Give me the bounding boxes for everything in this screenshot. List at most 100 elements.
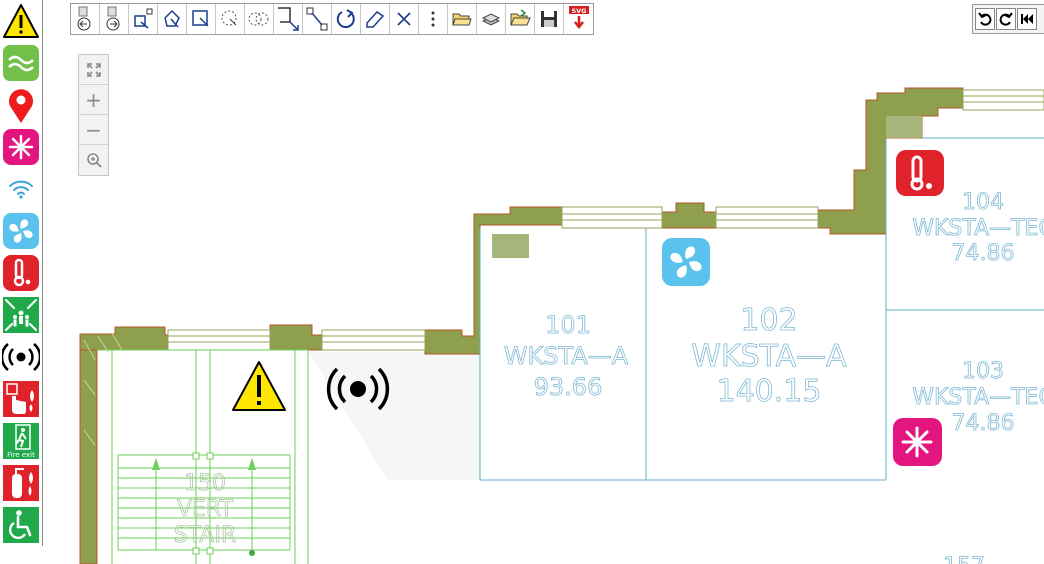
top-toolbar: SVG — [70, 3, 594, 35]
select-circle-icon — [221, 10, 237, 26]
room-101-number: 101 — [545, 311, 591, 339]
stair-up-arrow — [248, 458, 256, 470]
align-corner-icon — [278, 7, 299, 31]
zoom-search-icon — [86, 153, 102, 168]
room-103-area: 74.86 — [952, 411, 1015, 436]
room-103-name: WKSTA—TEC — [912, 385, 1044, 410]
export-svg-button[interactable]: SVG — [564, 4, 593, 34]
palette-fan[interactable] — [0, 210, 42, 252]
location-pin-icon — [9, 89, 33, 123]
palette-location[interactable] — [0, 84, 42, 126]
stair-up-arrow — [152, 458, 160, 470]
snowflake-icon — [3, 129, 39, 165]
select-node-button[interactable] — [129, 4, 158, 34]
room-102-area: 140.15 — [717, 374, 822, 409]
resize-button[interactable] — [303, 4, 332, 34]
stair-node — [249, 550, 255, 556]
palette-fire-exit[interactable]: Fire exit — [0, 420, 42, 462]
palette-fire-alarm[interactable] — [0, 378, 42, 420]
palette-assembly-point[interactable] — [0, 294, 42, 336]
palette-thermometer[interactable] — [0, 252, 42, 294]
select-multi-button[interactable] — [245, 4, 274, 34]
assembly-point-icon — [3, 297, 39, 333]
skip-back-icon — [1021, 14, 1033, 24]
select-multi-icon — [248, 12, 269, 26]
zoom-reset-button[interactable] — [79, 145, 108, 175]
more-vertical-icon — [431, 11, 435, 27]
more-button[interactable] — [419, 4, 448, 34]
broadcast-icon — [2, 343, 40, 371]
first-step-button[interactable] — [1017, 8, 1037, 30]
history-toolbar — [972, 4, 1044, 34]
room-102-name: WKSTA—A — [691, 339, 847, 374]
room-104-name: WKSTA—TEC — [912, 216, 1044, 241]
room-104-number: 104 — [962, 190, 1004, 215]
folder-icon — [452, 13, 472, 26]
copy-back-icon — [77, 6, 91, 31]
zoom-out-button[interactable]: − — [79, 115, 108, 145]
plus-icon: + — [85, 87, 102, 112]
rotate-button[interactable] — [332, 4, 361, 34]
palette-wifi[interactable] — [0, 168, 42, 210]
palette-warning[interactable] — [0, 0, 42, 42]
fan-icon — [3, 213, 39, 249]
expand-icon — [86, 62, 101, 77]
resize-icon — [306, 7, 328, 31]
floor-plan-canvas[interactable]: 101 WKSTA—A 93.66 102 WKSTA—A 140.15 104… — [0, 0, 1044, 564]
wifi-icon — [9, 180, 33, 199]
redo-copy-button[interactable] — [100, 4, 129, 34]
room-102-number: 102 — [740, 303, 797, 338]
select-polygon-button[interactable] — [158, 4, 187, 34]
icon-palette: Fire exit — [0, 0, 43, 546]
palette-wheelchair[interactable] — [0, 504, 42, 546]
palette-fire-extinguisher[interactable] — [0, 462, 42, 504]
undo-copy-button[interactable] — [71, 4, 100, 34]
warning-icon — [3, 4, 39, 38]
placed-warning-marker[interactable] — [232, 361, 286, 411]
save-icon — [541, 11, 557, 27]
room-150-number: 150 — [184, 471, 226, 496]
room-101-name: WKSTA—A — [504, 342, 629, 370]
align-corner-button[interactable] — [274, 4, 303, 34]
column-block — [492, 234, 529, 258]
placed-snowflake-marker[interactable] — [893, 418, 942, 466]
room-103-number: 103 — [962, 359, 1004, 384]
redo-icon — [999, 12, 1013, 26]
select-rect-icon — [192, 10, 209, 27]
placed-fan-marker[interactable] — [662, 238, 710, 286]
undo-button[interactable] — [975, 8, 995, 30]
open-folder-button[interactable] — [448, 4, 477, 34]
erase-button[interactable] — [361, 4, 390, 34]
eraser-icon — [366, 11, 385, 28]
delete-button[interactable] — [390, 4, 419, 34]
palette-snowflake[interactable] — [0, 126, 42, 168]
open-file-button[interactable] — [506, 4, 535, 34]
zoom-controls: + − — [78, 54, 109, 176]
close-icon — [397, 12, 411, 26]
save-button[interactable] — [535, 4, 564, 34]
minus-icon: − — [85, 117, 102, 142]
redo-button[interactable] — [996, 8, 1016, 30]
room-157-number: 157 — [943, 554, 985, 564]
room-150-name: VERT — [177, 497, 234, 522]
fire-exit-icon: Fire exit — [3, 423, 39, 459]
layers-icon — [481, 13, 501, 26]
column-block — [886, 116, 922, 138]
rotate-icon — [336, 9, 355, 29]
select-circle-button[interactable] — [216, 4, 245, 34]
fire-alarm-icon — [3, 381, 39, 417]
thermometer-icon — [3, 255, 39, 291]
zoom-in-button[interactable]: + — [79, 85, 108, 115]
water-icon — [3, 45, 39, 81]
select-polygon-icon — [164, 9, 180, 28]
palette-water[interactable] — [0, 42, 42, 84]
zoom-fit-button[interactable] — [79, 55, 108, 85]
room-101-area: 93.66 — [534, 373, 603, 401]
wheelchair-icon — [3, 507, 39, 543]
layers-button[interactable] — [477, 4, 506, 34]
folder-open-icon — [510, 9, 531, 26]
export-svg-icon: SVG — [568, 6, 589, 30]
palette-broadcast[interactable] — [0, 336, 42, 378]
select-rect-button[interactable] — [187, 4, 216, 34]
placed-thermometer-marker[interactable] — [896, 150, 944, 196]
